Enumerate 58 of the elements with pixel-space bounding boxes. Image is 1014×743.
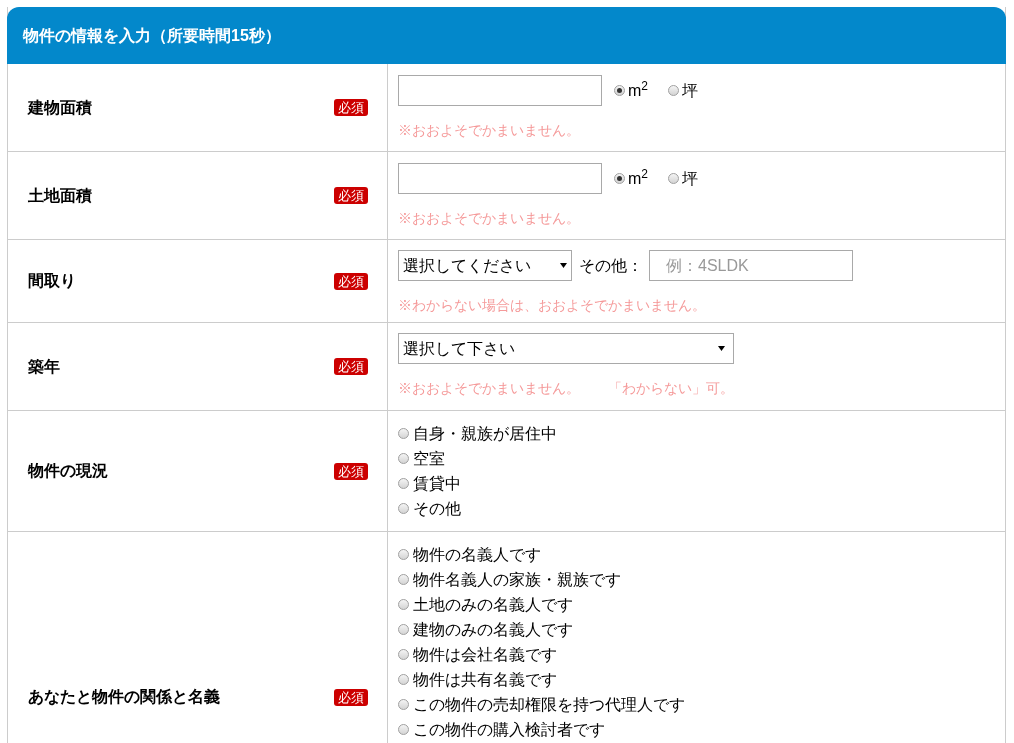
radio-button[interactable] xyxy=(398,574,409,585)
radio-button[interactable] xyxy=(398,453,409,464)
caret-icon xyxy=(560,263,567,268)
hint-text: ※わからない場合は、おおよそでかまいません。 xyxy=(398,296,706,315)
hint-text: 「わからない」可。 xyxy=(608,379,734,398)
field-label: 建物面積 xyxy=(28,97,92,118)
required-badge: 必須 xyxy=(334,272,368,290)
hint-text: ※おおよそでかまいません。 xyxy=(398,209,580,228)
option-label: この物件の購入検討者です xyxy=(413,719,605,740)
caret-icon xyxy=(718,346,725,351)
required-badge: 必須 xyxy=(334,358,368,375)
required-badge: 必須 xyxy=(334,688,368,706)
radio-button[interactable] xyxy=(398,649,409,660)
option-label: 物件の名義人です xyxy=(413,544,541,565)
radio-button[interactable] xyxy=(398,478,409,489)
radio-button[interactable] xyxy=(614,85,625,96)
radio-button[interactable] xyxy=(614,173,625,184)
option-label: 物件は会社名義です xyxy=(413,644,557,665)
radio-button[interactable] xyxy=(668,85,679,96)
unit-label: 坪 xyxy=(682,82,698,99)
field-label: 物件の現況 xyxy=(28,461,108,481)
radio-button[interactable] xyxy=(398,624,409,635)
hint-text: ※おおよそでかまいません。 xyxy=(398,121,580,140)
field-label: 間取り xyxy=(28,271,76,291)
option-label: 建物のみの名義人です xyxy=(413,619,573,640)
input-field[interactable]: 例：4SLDK xyxy=(649,250,853,281)
radio-button[interactable] xyxy=(398,699,409,710)
field-label: あなたと物件の関係と名義 xyxy=(28,687,220,708)
form-title: 物件の情報を入力（所要時間15秒） xyxy=(23,25,281,46)
option-label: 物件名義人の家族・親族です xyxy=(413,569,621,590)
required-badge: 必須 xyxy=(334,99,368,116)
input-field[interactable] xyxy=(398,75,602,106)
option-label: 自身・親族が居住中 xyxy=(413,423,557,444)
required-badge: 必須 xyxy=(334,187,368,204)
input-field[interactable] xyxy=(398,163,602,194)
radio-button[interactable] xyxy=(398,599,409,610)
radio-button[interactable] xyxy=(398,428,409,439)
radio-button[interactable] xyxy=(398,724,409,735)
unit-label: m$^{2}$ xyxy=(628,82,648,99)
field-label: 土地面積 xyxy=(28,185,92,206)
radio-button[interactable] xyxy=(398,503,409,514)
select-dropdown[interactable]: 選択してください xyxy=(398,250,572,281)
option-label: 土地のみの名義人です xyxy=(413,594,573,615)
option-label: 物件は共有名義です xyxy=(413,669,557,690)
unit-label: m$^{2}$ xyxy=(628,170,648,187)
option-label: 賃貸中 xyxy=(413,473,461,494)
other-label: その他： xyxy=(579,255,643,276)
option-label: この物件の売却権限を持つ代理人です xyxy=(413,694,685,715)
select-dropdown[interactable]: 選択して下さい xyxy=(398,333,734,364)
required-badge: 必須 xyxy=(334,462,368,480)
field-label: 築年 xyxy=(28,356,60,377)
radio-button[interactable] xyxy=(398,674,409,685)
radio-button[interactable] xyxy=(398,549,409,560)
option-label: 空室 xyxy=(413,448,445,469)
unit-label: 坪 xyxy=(682,170,698,187)
radio-button[interactable] xyxy=(668,173,679,184)
hint-text: ※おおよそでかまいません。 xyxy=(398,379,580,398)
option-label: その他 xyxy=(413,498,461,519)
